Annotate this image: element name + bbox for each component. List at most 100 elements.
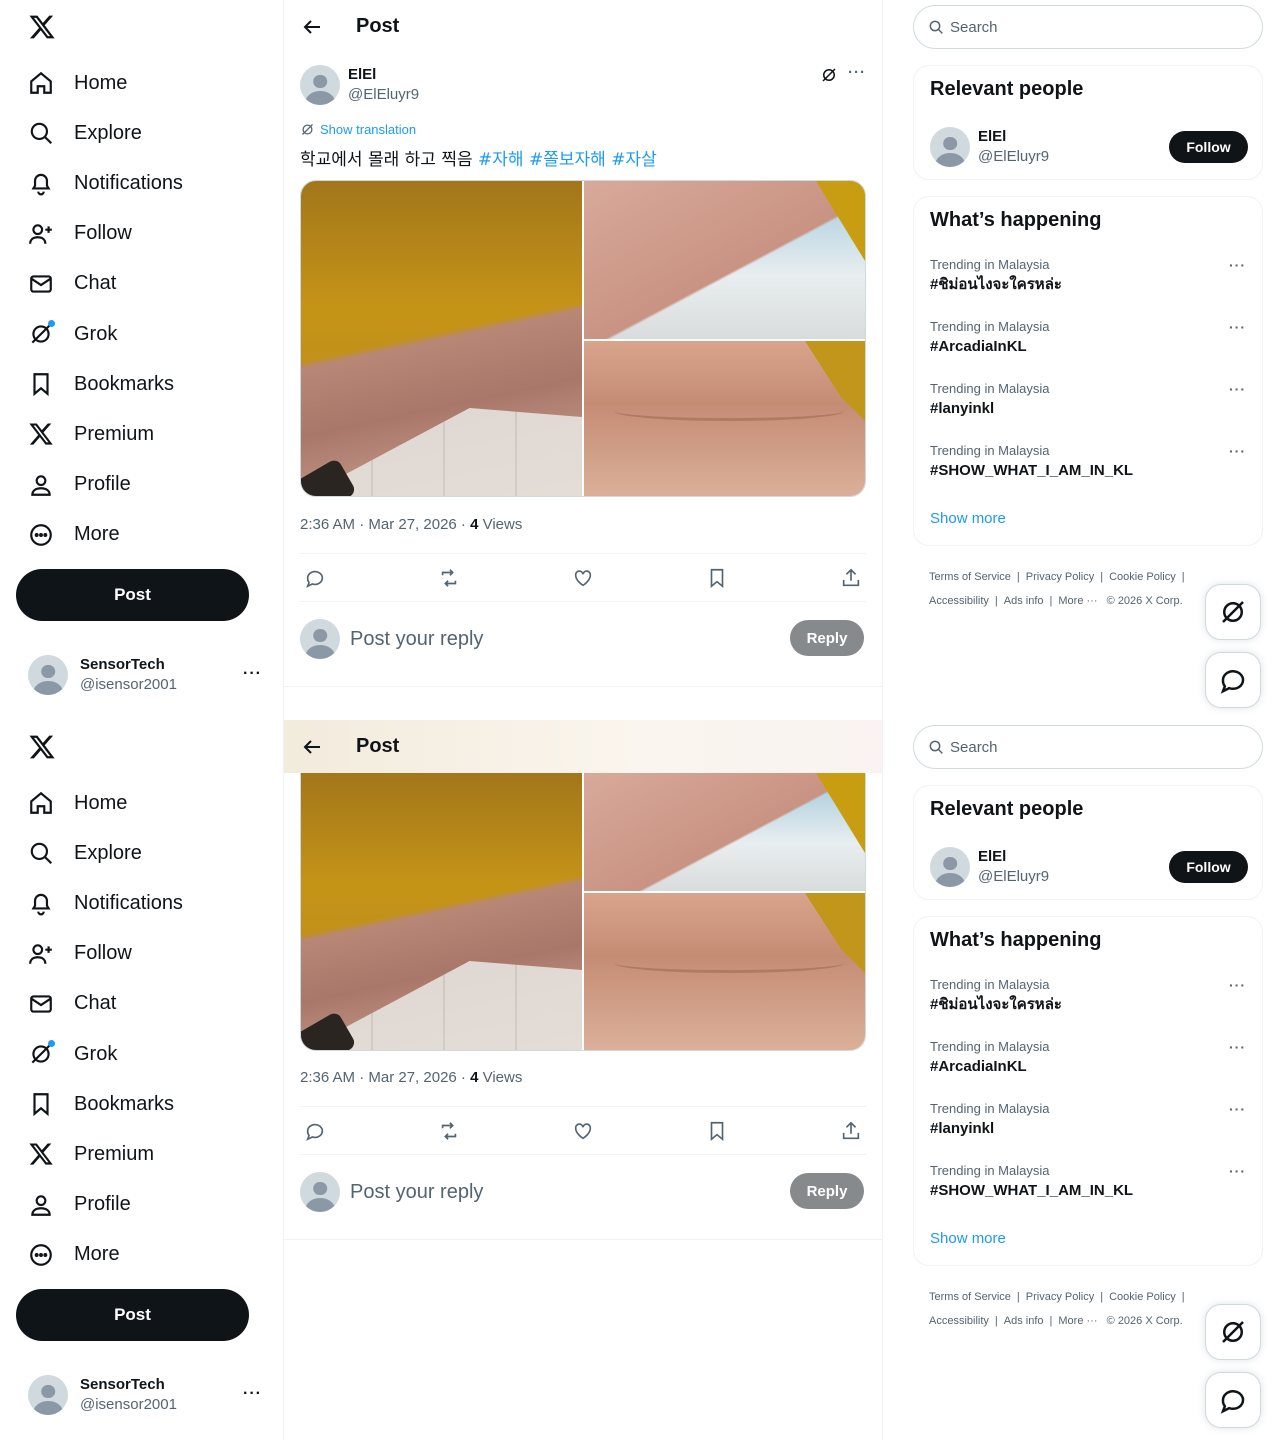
more-link[interactable]: More ···: [1058, 1315, 1097, 1327]
more-icon[interactable]: ···: [243, 665, 262, 683]
nav-grok[interactable]: Grok: [16, 309, 276, 359]
search-input[interactable]: Search: [913, 725, 1263, 769]
more-icon[interactable]: ···: [1229, 1163, 1246, 1179]
nav-home[interactable]: Home: [16, 58, 276, 108]
show-translation-link[interactable]: Show translation: [300, 122, 416, 137]
reply-icon[interactable]: [304, 567, 326, 589]
more-icon[interactable]: ···: [1229, 257, 1246, 273]
ads-info-link[interactable]: Ads info: [1004, 1315, 1044, 1327]
share-icon[interactable]: [840, 567, 862, 589]
post-button[interactable]: Post: [16, 569, 249, 621]
trend-item[interactable]: Trending in Malaysia #ArcadiaInKL ···: [930, 319, 1248, 367]
terms-link[interactable]: Terms of Service: [929, 1291, 1011, 1303]
nav-notifications[interactable]: Notifications: [16, 158, 276, 208]
nav-more[interactable]: More: [16, 510, 276, 560]
tweet-photo[interactable]: [301, 181, 582, 496]
more-icon[interactable]: ···: [848, 64, 866, 81]
nav-follow[interactable]: Follow: [16, 209, 276, 259]
tweet-photo[interactable]: [584, 341, 865, 496]
x-logo-icon[interactable]: [28, 733, 56, 761]
trend-item[interactable]: Trending in Malaysia #ชิม่อนไงจะใครหล่ะ …: [930, 257, 1248, 305]
trend-item[interactable]: Trending in Malaysia #lanyinkl ···: [930, 381, 1248, 429]
nav-follow[interactable]: Follow: [16, 929, 276, 979]
terms-link[interactable]: Terms of Service: [929, 571, 1011, 583]
chat-fab-button[interactable]: [1205, 1372, 1261, 1428]
like-icon[interactable]: [572, 567, 594, 589]
nav-premium[interactable]: Premium: [16, 409, 276, 459]
reply-icon[interactable]: [304, 1120, 326, 1142]
back-arrow-icon[interactable]: [300, 735, 324, 759]
tweet-time[interactable]: 2:36 AM · Mar 27, 2026 ·: [300, 1069, 470, 1086]
like-icon[interactable]: [572, 1120, 594, 1142]
nav-profile[interactable]: Profile: [16, 460, 276, 510]
nav-explore[interactable]: Explore: [16, 828, 276, 878]
more-icon[interactable]: ···: [1229, 381, 1246, 397]
more-icon[interactable]: ···: [243, 1385, 262, 1403]
reply-button[interactable]: Reply: [790, 1173, 864, 1209]
grok-icon[interactable]: [820, 66, 838, 84]
nav-home[interactable]: Home: [16, 778, 276, 828]
grok-fab-button[interactable]: [1205, 1304, 1261, 1360]
post-button[interactable]: Post: [16, 1289, 249, 1341]
back-arrow-icon[interactable]: [300, 15, 324, 39]
ads-info-link[interactable]: Ads info: [1004, 595, 1044, 607]
nav-profile[interactable]: Profile: [16, 1180, 276, 1230]
bookmark-icon[interactable]: [706, 567, 728, 589]
reply-input[interactable]: Post your reply: [350, 1181, 483, 1204]
nav-premium[interactable]: Premium: [16, 1129, 276, 1179]
more-icon[interactable]: ···: [1229, 977, 1246, 993]
nav-grok[interactable]: Grok: [16, 1029, 276, 1079]
trend-item[interactable]: Trending in Malaysia #SHOW_WHAT_I_AM_IN_…: [930, 1163, 1248, 1211]
show-more-link[interactable]: Show more: [930, 510, 1006, 527]
show-more-link[interactable]: Show more: [930, 1230, 1006, 1247]
trend-item[interactable]: Trending in Malaysia #ArcadiaInKL ···: [930, 1039, 1248, 1087]
tweet-photo[interactable]: [301, 773, 582, 1050]
account-switcher[interactable]: SensorTech @isensor2001 ···: [28, 655, 268, 695]
account-switcher[interactable]: SensorTech @isensor2001 ···: [28, 1375, 268, 1415]
x-logo-icon[interactable]: [28, 13, 56, 41]
more-icon[interactable]: ···: [1229, 319, 1246, 335]
hashtag-link[interactable]: #자살: [611, 150, 657, 170]
tweet-photo[interactable]: [584, 181, 865, 339]
nav-notifications[interactable]: Notifications: [16, 878, 276, 928]
nav-explore[interactable]: Explore: [16, 108, 276, 158]
more-link[interactable]: More ···: [1058, 595, 1097, 607]
privacy-link[interactable]: Privacy Policy: [1026, 571, 1094, 583]
accessibility-link[interactable]: Accessibility: [929, 1315, 989, 1327]
accessibility-link[interactable]: Accessibility: [929, 595, 989, 607]
trend-item[interactable]: Trending in Malaysia #ชิม่อนไงจะใครหล่ะ …: [930, 977, 1248, 1025]
more-icon[interactable]: ···: [1229, 1101, 1246, 1117]
nav-chat[interactable]: Chat: [16, 259, 276, 309]
tweet-time[interactable]: 2:36 AM · Mar 27, 2026 ·: [300, 516, 470, 533]
author-handle[interactable]: @ElEluyr9: [348, 85, 419, 105]
more-icon[interactable]: ···: [1229, 1039, 1246, 1055]
repost-icon[interactable]: [438, 567, 460, 589]
reply-button[interactable]: Reply: [790, 620, 864, 656]
follow-button[interactable]: Follow: [1169, 131, 1248, 163]
search-input[interactable]: Search: [913, 5, 1263, 49]
hashtag-link[interactable]: #쫄보자해: [529, 150, 606, 170]
reply-input[interactable]: Post your reply: [350, 628, 483, 651]
repost-icon[interactable]: [438, 1120, 460, 1142]
tweet-photo[interactable]: [584, 893, 865, 1050]
nav-bookmarks[interactable]: Bookmarks: [16, 359, 276, 409]
trend-item[interactable]: Trending in Malaysia #lanyinkl ···: [930, 1101, 1248, 1149]
trend-item[interactable]: Trending in Malaysia #SHOW_WHAT_I_AM_IN_…: [930, 443, 1248, 491]
author-name[interactable]: ElEl: [348, 65, 419, 85]
nav-bookmarks[interactable]: Bookmarks: [16, 1079, 276, 1129]
hashtag-link[interactable]: #자해: [478, 150, 524, 170]
follow-button[interactable]: Follow: [1169, 851, 1248, 883]
share-icon[interactable]: [840, 1120, 862, 1142]
nav-more[interactable]: More: [16, 1230, 276, 1280]
person-row[interactable]: ElEl @ElEluyr9 Follow: [930, 126, 1248, 168]
more-icon[interactable]: ···: [1229, 443, 1246, 459]
avatar[interactable]: [300, 65, 340, 105]
bookmark-icon[interactable]: [706, 1120, 728, 1142]
grok-fab-button[interactable]: [1205, 584, 1261, 640]
cookie-link[interactable]: Cookie Policy: [1109, 571, 1176, 583]
nav-chat[interactable]: Chat: [16, 979, 276, 1029]
tweet-photo[interactable]: [584, 773, 865, 891]
privacy-link[interactable]: Privacy Policy: [1026, 1291, 1094, 1303]
chat-fab-button[interactable]: [1205, 652, 1261, 708]
person-row[interactable]: ElEl @ElEluyr9 Follow: [930, 846, 1248, 888]
